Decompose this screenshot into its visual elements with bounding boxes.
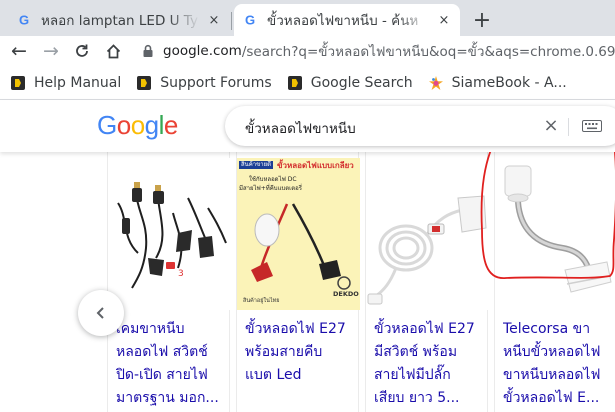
keyboard-icon[interactable] bbox=[582, 120, 602, 132]
bookmark-google-search[interactable]: Google Search bbox=[287, 75, 413, 91]
tab-search[interactable]: G ขั้วหลอดไฟขาหนีบ - ค้นห × bbox=[234, 4, 460, 36]
new-tab-button[interactable]: + bbox=[468, 6, 496, 34]
bookmark-label: Help Manual bbox=[34, 74, 122, 91]
back-button[interactable]: ← bbox=[6, 38, 32, 64]
url-host: google.com bbox=[163, 43, 242, 59]
close-icon[interactable]: × bbox=[206, 13, 222, 28]
tab-divider bbox=[231, 12, 232, 30]
product-thumbnail[interactable]: สินค้าขายดี ขั้วหลอดไฟแบบเกลียว ใช้กับหล… bbox=[237, 158, 360, 310]
carousel-prev-button[interactable] bbox=[78, 290, 124, 336]
google-header: Google ขั้วหลอดไฟขาหนีบ × bbox=[0, 100, 615, 152]
clear-search-button[interactable]: × bbox=[540, 114, 562, 136]
result-card[interactable]: Telecorsa ขา หนีบขั้วหลอดไฟ ขาหนีบหลอดไฟ… bbox=[494, 152, 615, 412]
thumb-subtitle: ใช้กับหลอดไฟ DC bbox=[249, 176, 297, 183]
result-card[interactable]: ขั้วหลอดไฟ E27 มีสวิตช์ พร้อม สายไฟมีปลั… bbox=[365, 152, 489, 412]
bookmarks-bar: Help Manual Support Forums Google Search… bbox=[0, 66, 615, 100]
reload-button[interactable] bbox=[69, 38, 95, 64]
tab-lamptan[interactable]: G หลอก lamptan LED U Ty × bbox=[8, 4, 230, 36]
tab-strip: G หลอก lamptan LED U Ty × G ขั้วหลอดไฟขา… bbox=[0, 0, 615, 36]
bookmark-label: SiameBook - A... bbox=[451, 74, 567, 91]
svg-text:3: 3 bbox=[178, 269, 184, 279]
close-icon[interactable]: × bbox=[436, 13, 452, 28]
bookmark-favicon-icon bbox=[136, 75, 152, 91]
thumb-heading: ขั้วหลอดไฟแบบเกลียว bbox=[277, 161, 354, 170]
bookmark-favicon-icon bbox=[287, 75, 303, 91]
forward-button[interactable]: → bbox=[38, 38, 64, 64]
chevron-left-icon bbox=[96, 307, 104, 319]
thumb-subtitle: มีสายไฟ+ที่คีบแบตเตอรี่ bbox=[239, 185, 302, 192]
product-thumbnail[interactable]: 3 bbox=[108, 158, 231, 310]
bookmark-siamebook[interactable]: SiameBook - A... bbox=[428, 75, 567, 91]
result-card[interactable]: สินค้าขายดี ขั้วหลอดไฟแบบเกลียว ใช้กับหล… bbox=[236, 152, 360, 412]
siamebook-icon bbox=[428, 75, 444, 91]
bookmark-support-forums[interactable]: Support Forums bbox=[136, 74, 272, 91]
product-thumbnail[interactable] bbox=[495, 158, 615, 310]
thumb-footer: สินค้าอยู่ในไทย bbox=[243, 298, 280, 304]
address-bar[interactable]: google.com/search?q=ขั้วหลอดไฟขาหนีบ&oq=… bbox=[133, 37, 615, 65]
result-title[interactable]: ขั้วหลอดไฟ E27 พร้อมสายคีบ แบต Led bbox=[245, 318, 357, 387]
google-g-icon: G bbox=[16, 12, 32, 28]
home-icon bbox=[106, 43, 120, 58]
svg-text:G: G bbox=[19, 13, 29, 28]
result-title[interactable]: Telecorsa ขา หนีบขั้วหลอดไฟ ขาหนีบหลอดไฟ… bbox=[503, 318, 615, 410]
search-input[interactable]: ขั้วหลอดไฟขาหนีบ bbox=[245, 117, 356, 139]
reload-icon bbox=[76, 44, 88, 57]
bookmark-favicon-icon bbox=[10, 75, 26, 91]
result-title[interactable]: ขั้วหลอดไฟ E27 มีสวิตช์ พร้อม สายไฟมีปลั… bbox=[374, 318, 486, 410]
browser-toolbar: ← → google.com/search?q=ขั้วหลอดไฟขาหนีบ… bbox=[0, 36, 615, 66]
brand-logo: DEKDO bbox=[333, 290, 359, 298]
image-results-carousel: 3 เคมขาหนีบ หลอดไฟ สวิตช์ ปิด-เปิด สายไฟ… bbox=[0, 152, 615, 412]
tab-title: หลอก lamptan LED U Ty bbox=[41, 13, 198, 29]
result-card[interactable]: 3 เคมขาหนีบ หลอดไฟ สวิตช์ ปิด-เปิด สายไฟ… bbox=[107, 152, 231, 412]
tab-title: ขั้วหลอดไฟขาหนีบ - ค้นห bbox=[267, 13, 419, 29]
bookmark-help-manual[interactable]: Help Manual bbox=[10, 75, 121, 91]
url-path: /search?q=ขั้วหลอดไฟขาหนีบ&oq=ขั้ว&aqs=c… bbox=[241, 44, 615, 60]
google-logo[interactable]: Google bbox=[97, 110, 178, 141]
divider bbox=[568, 118, 569, 136]
google-g-icon: G bbox=[242, 12, 258, 28]
bestseller-badge: สินค้าขายดี bbox=[239, 161, 274, 169]
svg-text:G: G bbox=[245, 13, 255, 28]
bookmark-label: Support Forums bbox=[160, 74, 272, 91]
search-box[interactable]: ขั้วหลอดไฟขาหนีบ × bbox=[225, 106, 615, 146]
home-button[interactable] bbox=[100, 38, 126, 64]
bookmark-label: Google Search bbox=[310, 74, 413, 91]
result-title[interactable]: เคมขาหนีบ หลอดไฟ สวิตช์ ปิด-เปิด สายไฟ ม… bbox=[116, 318, 228, 410]
product-thumbnail[interactable] bbox=[366, 158, 489, 310]
lock-icon bbox=[143, 44, 153, 57]
